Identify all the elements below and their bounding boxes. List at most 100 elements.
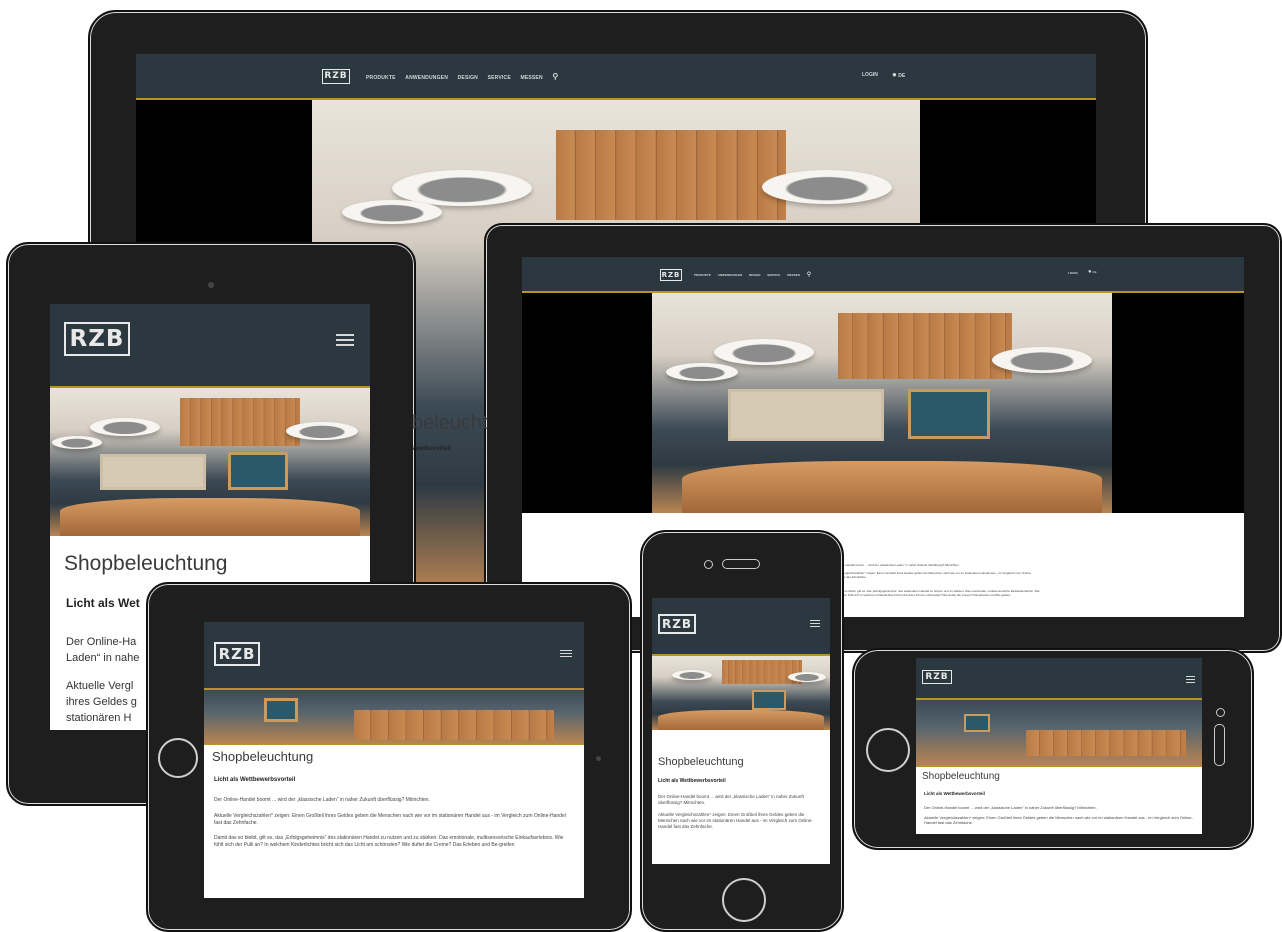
pendant-lamp — [992, 347, 1092, 373]
rzb-logo[interactable]: RZB — [922, 670, 952, 684]
page-subtitle: Licht als Wettbewerbsvorteil — [658, 778, 726, 784]
camera-icon — [1216, 708, 1225, 717]
body-text: Der Online-Ha Laden“ in nahe — [66, 636, 140, 664]
hamburger-menu-icon[interactable] — [810, 620, 820, 630]
wood-cabinet — [1026, 730, 1186, 756]
ipad-navbar: RZB — [50, 304, 370, 388]
iphone-landscape-screen: RZB Shopbeleuchtung Licht als Wettbewerb… — [916, 658, 1202, 834]
home-button-icon[interactable] — [722, 878, 766, 922]
iphone-landscape-navbar: RZB — [916, 658, 1202, 700]
tablet-screen: RZB PRODUKTE ANWENDUNGEN DESIGN SERVICE … — [522, 257, 1244, 617]
pendant-lamp — [672, 670, 712, 680]
partial-page-subtitle: ewerbsvorteil — [412, 446, 451, 452]
camera-icon — [704, 560, 713, 569]
hamburger-menu-icon[interactable] — [1186, 676, 1195, 686]
body-text: Damit das so bleibt, gilt es, das „Erfol… — [214, 835, 564, 848]
hamburger-menu-icon[interactable] — [336, 334, 354, 349]
pendant-lamp — [714, 339, 814, 365]
home-button-icon[interactable] — [158, 738, 198, 778]
language-selector[interactable]: ● DE — [892, 70, 905, 79]
iphone-hero — [652, 656, 830, 730]
body-text: Der Online-Handel boomt ... wird der „kl… — [214, 797, 430, 803]
speaker-icon — [1214, 724, 1225, 766]
language-selector[interactable]: ● DE — [1088, 269, 1097, 275]
shop-photo — [204, 690, 584, 744]
search-icon[interactable]: ⚲ — [552, 72, 558, 81]
rzb-logo[interactable]: RZB — [322, 69, 350, 84]
pendant-lamp — [762, 170, 892, 204]
shop-photo — [50, 388, 370, 536]
partial-page-title: beleucht — [412, 412, 488, 434]
nav-item-service[interactable]: SERVICE — [488, 75, 511, 81]
desktop-navbar: RZB PRODUKTE ANWENDUNGEN DESIGN SERVICE … — [136, 54, 1096, 100]
wood-cabinet — [722, 660, 802, 684]
display-showcase — [728, 389, 884, 441]
page-title: Shopbeleuchtung — [922, 771, 1000, 782]
iphone-navbar: RZB — [652, 598, 830, 656]
pendant-lamp — [90, 418, 160, 436]
nav-item-messen[interactable]: MESSEN — [520, 75, 542, 81]
sales-counter — [682, 461, 1102, 513]
body-text: Aktuelle Vergleichszahlen* zeigen: Einen… — [830, 571, 1032, 579]
nav-item-produkte[interactable]: PRODUKTE — [366, 75, 396, 81]
tablet-hero — [522, 293, 1244, 513]
body-text: Der Online-Handel boomt ... wird der „kl… — [830, 563, 960, 567]
pendant-lamp — [342, 200, 442, 224]
sales-counter — [60, 498, 360, 536]
nav-item-service[interactable]: SERVICE — [767, 273, 780, 277]
shop-photo — [916, 700, 1202, 766]
iphone-landscape-hero — [916, 700, 1202, 766]
rzb-logo[interactable]: RZB — [660, 269, 682, 281]
body-text: Aktuelle Vergleichszahlen* zeigen: Einen… — [214, 813, 566, 826]
nav-item-anwendungen[interactable]: ANWENDUNGEN — [405, 75, 448, 81]
language-label: DE — [898, 73, 906, 79]
globe-icon: ● — [892, 70, 897, 79]
wood-cabinet — [180, 398, 300, 446]
rzb-logo[interactable]: RZB — [64, 322, 130, 356]
ipad-mini-navbar: RZB — [204, 622, 584, 690]
camera-icon — [596, 756, 601, 761]
camera-icon — [208, 282, 214, 288]
body-text: Der Online-Handel boomt ... wird der „kl… — [658, 794, 804, 805]
rzb-logo[interactable]: RZB — [658, 614, 696, 634]
iphone-portrait: RZB Shopbeleuchtung Licht als Wettbewerb… — [640, 530, 844, 932]
nav-item-anwendungen[interactable]: ANWENDUNGEN — [718, 273, 742, 277]
pendant-lamp — [666, 363, 738, 381]
tablet-navbar: RZB PRODUKTE ANWENDUNGEN DESIGN SERVICE … — [522, 257, 1244, 293]
sales-counter — [658, 710, 824, 730]
page-subtitle: Licht als Wettbewerbsvorteil — [924, 791, 985, 796]
display-screen — [264, 698, 298, 722]
body-text: Aktuelle Vergl ihres Geldes g stationäre… — [66, 680, 137, 724]
pendant-lamp — [52, 436, 102, 449]
login-link[interactable]: LOGIN — [1068, 271, 1078, 275]
display-screen — [228, 452, 288, 490]
iphone-landscape: RZB Shopbeleuchtung Licht als Wettbewerb… — [852, 648, 1254, 850]
body-text: Aktuelle Vergleichszahlen* zeigen: Einen… — [924, 815, 1193, 825]
iphone-landscape-content: Shopbeleuchtung Licht als Wettbewerbsvor… — [916, 766, 1202, 834]
iphone-content: Shopbeleuchtung Licht als Wettbewerbsvor… — [652, 730, 830, 864]
pendant-lamp — [286, 422, 358, 440]
rzb-logo[interactable]: RZB — [214, 642, 260, 666]
nav-item-messen[interactable]: MESSEN — [787, 273, 800, 277]
page-title: Shopbeleuchtung — [658, 756, 744, 768]
hamburger-menu-icon[interactable] — [560, 650, 572, 660]
display-showcase — [100, 454, 206, 490]
shop-photo — [652, 656, 830, 730]
ipad-mini-hero — [204, 690, 584, 744]
iphone-screen: RZB Shopbeleuchtung Licht als Wettbewerb… — [652, 598, 830, 864]
nav-item-design[interactable]: DESIGN — [749, 273, 761, 277]
nav-item-design[interactable]: DESIGN — [458, 75, 478, 81]
ipad-mini-content: Shopbeleuchtung Licht als Wettbewerbsvor… — [204, 744, 584, 898]
nav-item-produkte[interactable]: PRODUKTE — [694, 273, 711, 277]
ipad-mini-screen: RZB Shopbeleuchtung Licht als Wettbewerb… — [204, 622, 584, 898]
body-text: Der Online-Handel boomt ... wird der „kl… — [924, 805, 1097, 810]
home-button-icon[interactable] — [866, 728, 910, 772]
wood-cabinet — [838, 313, 1012, 379]
display-screen — [752, 690, 786, 710]
page-title: Shopbeleuchtung — [64, 552, 228, 575]
language-label: DE — [1092, 270, 1097, 274]
login-link[interactable]: LOGIN — [862, 72, 878, 78]
search-icon[interactable]: ⚲ — [807, 271, 811, 278]
ipad-hero — [50, 388, 370, 536]
ipad-mini-landscape: RZB Shopbeleuchtung Licht als Wettbewerb… — [146, 582, 632, 932]
